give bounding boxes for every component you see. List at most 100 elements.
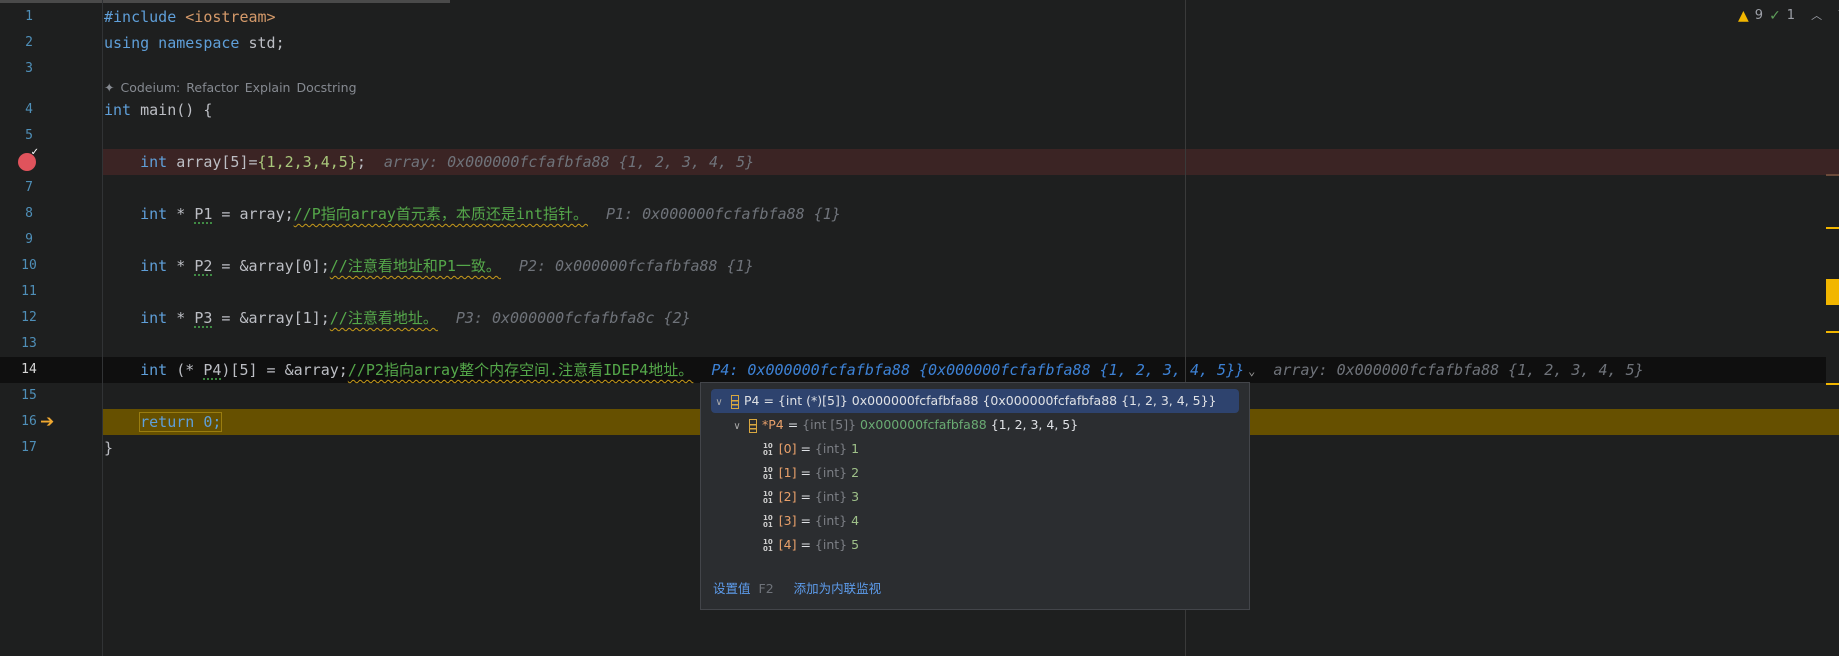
debug-value-popup[interactable]: ∨ P4 = {int (*)[5]} 0x000000fcfafbfa88 {0… [700,382,1250,610]
line-number[interactable]: 11 [0,279,58,305]
code-token: main() { [140,101,213,119]
line-number[interactable]: 7 [0,175,58,201]
equals: = [796,513,815,528]
line-number[interactable]: 8 [0,201,58,227]
scrollbar-marker[interactable] [1826,331,1839,333]
element-index: [2] [778,489,797,504]
inline-value-hint[interactable]: array: 0x000000fcfafbfa88 {1, 2, 3, 4, 5… [1273,361,1643,379]
chevron-down-icon[interactable]: ∨ [711,391,727,415]
inline-value-hint[interactable]: array: 0x000000fcfafbfa88 {1, 2, 3, 4, 5… [384,153,754,171]
tree-node-p4[interactable]: ∨ P4 = {int (*)[5]} 0x000000fcfafbfa88 {0… [711,389,1239,413]
element-type: {int} [814,489,848,504]
set-value-link[interactable]: 设置值 [713,581,751,596]
code-line[interactable]: return 0; [104,409,223,435]
check-count[interactable]: 1 [1787,6,1795,26]
line-number[interactable]: 12 [0,305,58,331]
var-address: 0x000000fcfafbfa88 [856,417,987,432]
scrollbar-marker[interactable] [1826,383,1839,385]
code-token: ; [356,153,366,171]
equals: = [783,417,803,432]
codeium-docstring[interactable]: Docstring [296,80,356,95]
execution-point-arrow-icon: ➔ [40,412,55,432]
scrollbar-marker[interactable] [1826,174,1839,176]
scrollbar-marker[interactable] [1826,227,1839,229]
code-token: std; [248,34,285,52]
codeium-explain[interactable]: Explain [245,80,291,95]
code-token: //P指向array首元素，本质还是int指针。 [293,205,588,223]
code-line[interactable]: int * P1 = array;//P指向array首元素，本质还是int指针… [104,201,841,227]
code-token: int [104,257,177,275]
tree-node-element[interactable]: 10 01 [0] = {int} 1 [711,437,1239,461]
element-value: 2 [851,465,860,480]
line-number[interactable]: 5 [0,123,58,149]
int-value-icon: 10 01 [763,537,773,553]
inline-value-text: array: 0x000000fcfafbfa88 {1, 2, 3, 4, 5… [383,153,755,171]
scrollbar-marker[interactable] [1826,279,1839,305]
warning-triangle-icon: ▲ [1738,8,1749,24]
code-token: int [104,309,177,327]
inline-value-hint[interactable]: P3: 0x000000fcfafbfa8c {2} [456,309,691,327]
code-token: int [104,205,177,223]
codeium-refactor[interactable]: Refactor [186,80,238,95]
warning-count[interactable]: 9 [1755,6,1763,26]
code-line[interactable]: int (* P4)[5] = &array;//P2指向array整个内存空间… [104,357,1644,383]
inline-value-hint[interactable]: P1: 0x000000fcfafbfa88 {1} [606,205,841,223]
set-value-shortcut: F2 [758,581,774,596]
line-number[interactable]: 3 [0,56,58,82]
add-inline-watch-link[interactable]: 添加为内联监视 [794,581,882,596]
code-token: //P2指向array整个内存空间.注意看IDEP4地址。 [347,361,694,379]
element-type: {int} [814,537,848,552]
line-number[interactable]: 2 [0,30,58,56]
element-value: 3 [851,489,860,504]
tree-node-element[interactable]: 10 01 [3] = {int} 4 [711,509,1239,533]
code-token: <iostream> [185,8,276,26]
array-icon [731,394,739,409]
inline-value-hint[interactable]: P2: 0x000000fcfafbfa88 {1} [519,257,754,275]
code-token: int [104,101,141,119]
chevron-down-icon[interactable]: ∨ [729,415,745,439]
line-number[interactable]: 13 [0,331,58,357]
code-line[interactable]: } [104,435,113,461]
code-line[interactable]: int main() { [104,97,212,123]
line-number[interactable]: 14 [0,357,58,383]
line-number[interactable]: 1 [0,4,58,30]
editor-tab-scrollbar[interactable] [0,0,450,3]
inline-value-text: P4: 0x000000fcfafbfa88 {0x000000fcfafbfa… [711,361,1245,379]
inline-value-hint[interactable]: P4: 0x000000fcfafbfa88 {0x000000fcfafbfa… [711,361,1255,379]
tree-node-element[interactable]: 10 01 [4] = {int} 5 [711,533,1239,557]
code-token: #include [104,8,186,26]
previous-highlight-icon[interactable]: ︿ [1811,6,1822,26]
element-index: [0] [778,441,797,456]
line-number[interactable]: 4 [0,97,58,123]
code-line[interactable]: int * P2 = &array[0];//注意看地址和P1一致。 P2: 0x… [104,253,754,279]
tree-node-element[interactable]: 10 01 [1] = {int} 2 [711,461,1239,485]
breakpoint-icon[interactable] [18,147,39,171]
code-line[interactable]: #include <iostream> [104,4,276,30]
tree-node-element[interactable]: 10 01 [2] = {int} 3 [711,485,1239,509]
inspection-status[interactable]: ▲ 9 ✓ 1 ︿ ﹀ [1738,6,1839,26]
line-number[interactable]: 9 [0,227,58,253]
var-name: P4 [744,393,760,408]
element-index: [4] [778,537,797,552]
tree-node-deref-p4[interactable]: ∨ *P4 = {int [5]} 0x000000fcfafbfa88 {1, … [711,413,1239,437]
code-token: using namespace [104,34,249,52]
var-type: {int (*)[5]} [777,393,848,408]
code-line[interactable]: int * P3 = &array[1];//注意看地址。 P3: 0x00000… [104,305,691,331]
code-editor[interactable]: 123457891011121314151617 ➔ ✦Codeium:Refa… [0,0,1839,656]
code-token: = array; [212,205,294,223]
code-token: //注意看地址和P1一致。 [329,257,501,275]
code-line[interactable]: int array[5]={1,2,3,4,5}; array: 0x000000… [104,149,754,175]
code-token: * [176,257,195,275]
code-token: (* [176,361,204,379]
check-icon: ✓ [1769,8,1781,24]
code-token: = &array[0]; [212,257,330,275]
element-type: {int} [814,513,848,528]
code-line[interactable]: using namespace std; [104,30,285,56]
var-type: {int [5]} [802,417,857,432]
line-number[interactable]: 15 [0,383,58,409]
line-number[interactable]: 10 [0,253,58,279]
int-value-icon: 10 01 [763,441,773,457]
line-number[interactable]: 17 [0,435,58,461]
chevron-down-icon[interactable]: ⌄ [1248,364,1255,378]
